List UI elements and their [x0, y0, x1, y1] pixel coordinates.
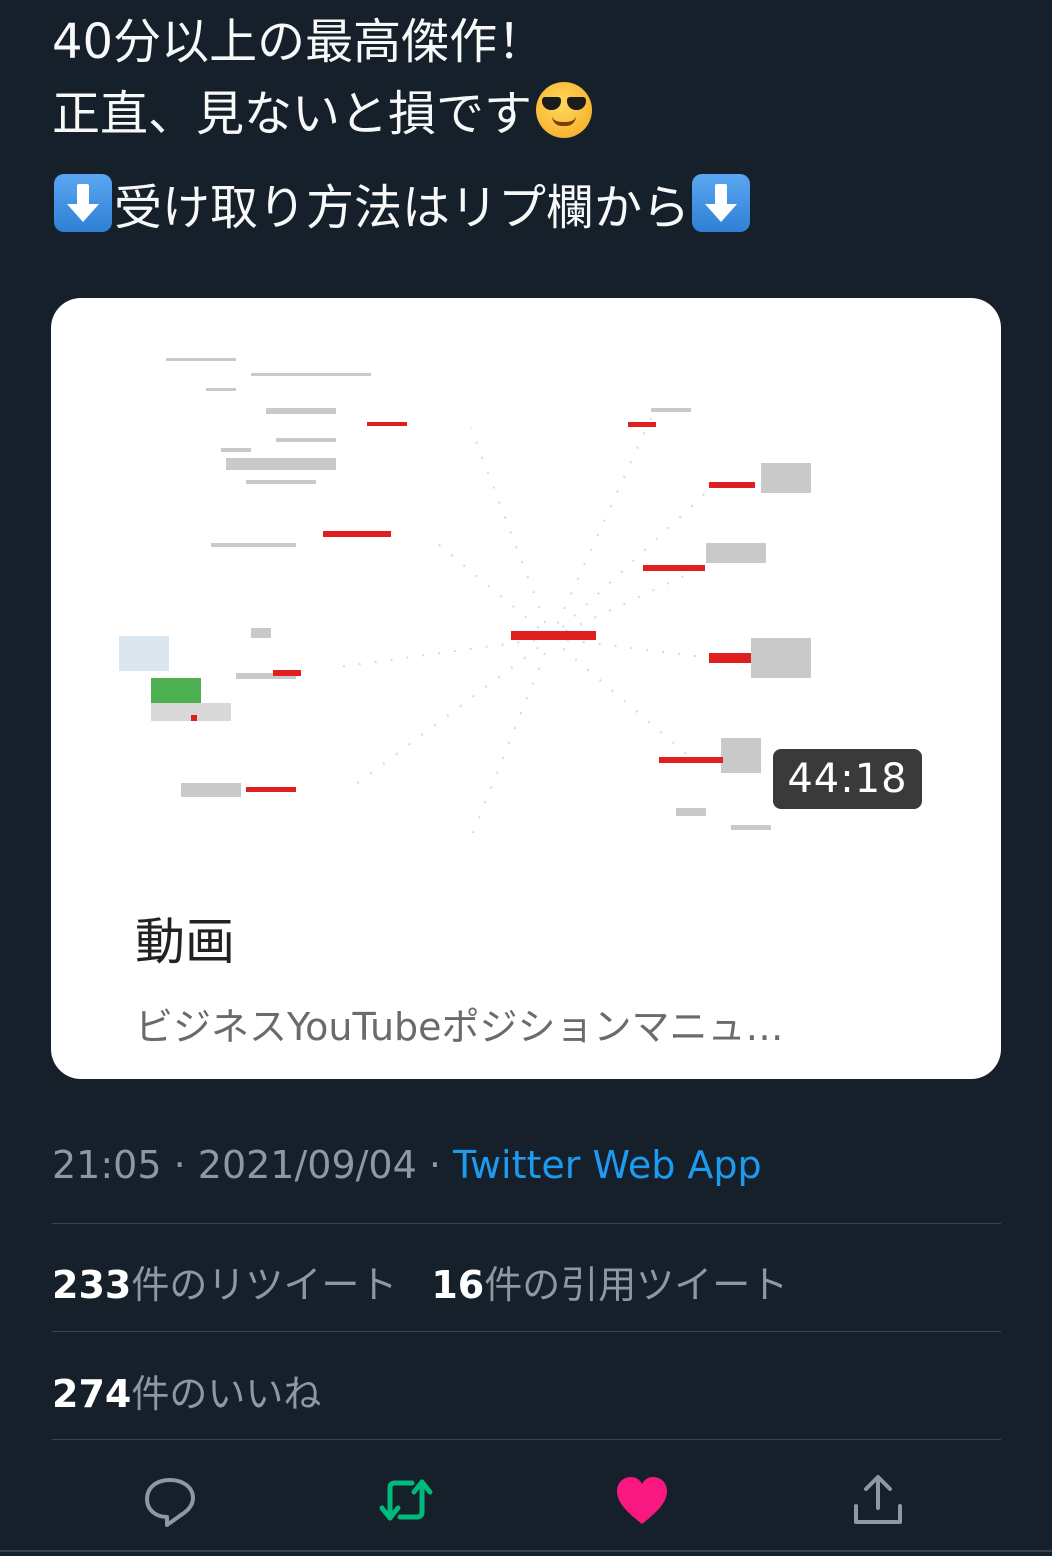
- bottom-divider: [0, 1550, 1052, 1552]
- video-duration-badge: 44:18: [773, 749, 922, 809]
- likes-label: 件のいいね: [131, 1372, 322, 1416]
- likes-count: 274: [52, 1372, 132, 1416]
- meta-separator: ·: [416, 1143, 454, 1187]
- down-arrow-emoji-icon: [692, 174, 751, 232]
- retweets-count: 233: [52, 1263, 132, 1307]
- media-card[interactable]: 44:18 動画 ビジネスYouTubeポジションマニュ…: [51, 298, 1001, 1079]
- quotes-label: 件の引用ツイート: [484, 1263, 789, 1307]
- divider: [52, 1223, 1001, 1224]
- tweet-line-1: 40分以上の最高傑作！: [52, 14, 546, 70]
- tweet-line-2: 正直、見ないと損です: [52, 78, 1012, 150]
- quotes-count: 16: [431, 1263, 485, 1307]
- retweet-icon[interactable]: [376, 1470, 436, 1530]
- sunglasses-emoji-icon: [536, 82, 593, 138]
- like-heart-icon[interactable]: [612, 1470, 672, 1530]
- action-bar: [0, 1460, 1052, 1540]
- tweet-source-link[interactable]: Twitter Web App: [453, 1143, 762, 1187]
- tweet-meta: 21:05 · 2021/09/04 · Twitter Web App: [52, 1143, 762, 1187]
- retweet-stats-row: 233件のリツイート 16件の引用ツイート: [52, 1254, 788, 1309]
- retweets-label: 件のリツイート: [131, 1263, 398, 1307]
- tweet-line-3: 受け取り方法はリプ欄から: [52, 172, 1012, 244]
- down-arrow-emoji-icon: [54, 174, 112, 232]
- tweet-line-2-text: 正直、見ないと損です: [52, 86, 533, 142]
- meta-separator: ·: [161, 1143, 198, 1187]
- divider: [52, 1331, 1001, 1332]
- tweet-date[interactable]: 2021/09/04: [198, 1143, 417, 1187]
- divider: [52, 1439, 1001, 1440]
- likes-stats-row: 274件のいいね: [52, 1363, 321, 1418]
- retweets-link[interactable]: 233件のリツイート: [52, 1263, 397, 1307]
- tweet-text: 40分以上の最高傑作！ 正直、見ないと損です 受け取り方法はリプ欄から: [52, 6, 1012, 244]
- likes-link[interactable]: 274件のいいね: [52, 1372, 321, 1416]
- quote-tweets-link[interactable]: 16件の引用ツイート: [431, 1263, 788, 1307]
- card-title: 動画: [135, 913, 235, 971]
- tweet-line-3-text: 受け取り方法はリプ欄から: [114, 180, 691, 236]
- tweet-time: 21:05: [52, 1143, 162, 1187]
- reply-icon[interactable]: [140, 1470, 200, 1530]
- card-subtitle: ビジネスYouTubeポジションマニュ…: [135, 1005, 784, 1049]
- tweet-detail: 40分以上の最高傑作！ 正直、見ないと損です 受け取り方法はリプ欄から 44:1…: [0, 0, 1052, 1556]
- share-icon[interactable]: [848, 1470, 908, 1530]
